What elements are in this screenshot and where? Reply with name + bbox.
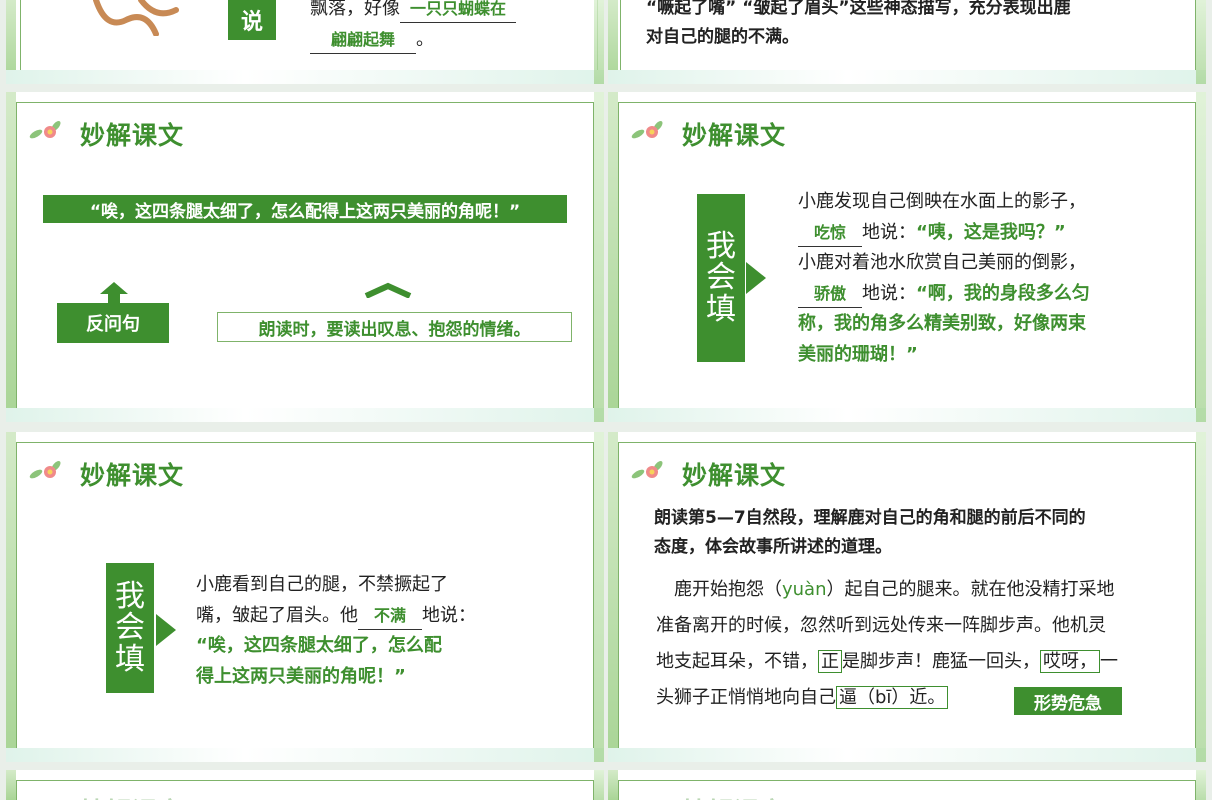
highlight-bijin: 逼（bī）近。: [836, 686, 949, 709]
p2-said: 地说：: [862, 282, 916, 304]
p3-end: 一: [1100, 651, 1118, 672]
slide-bot-right[interactable]: 妙解课文 朗读第5—7自然段，理解鹿对自己的角和腿的前后不同的 态度，体会故事所…: [608, 432, 1206, 762]
instruction-line-2: 态度，体会故事所讲述的道理。: [654, 536, 892, 557]
analysis-line-2: 对自己的腿的不满。: [646, 26, 799, 47]
wave-decoration: [6, 70, 604, 84]
wave-decoration: [6, 408, 604, 422]
sentence-end: 。: [416, 28, 434, 50]
analysis-text: “噘起了嘴” “皱起了眉头”这些神态描写，充分表现出鹿 对自己的腿的不满。: [646, 0, 1186, 52]
reading-tip-text: 朗读时，要读出叹息、抱怨的情绪。: [258, 319, 531, 340]
section-heading: 妙解课文: [682, 792, 786, 800]
fill-blank-proud: 骄傲: [798, 280, 862, 308]
exercise-text: 小鹿发现自己倒映在水面上的影子， 吃惊 地说：“咦，这是我吗？” 小鹿对着池水欣赏…: [798, 187, 1158, 371]
rhetorical-question-label: 反问句: [57, 303, 169, 343]
slide-top-left[interactable]: 说 飘落，好像 一只只蝴蝶在 翩翩起舞。: [6, 0, 604, 84]
p2-quote-3: 美丽的珊瑚！”: [798, 343, 918, 365]
line-1: 小鹿看到自己的腿，不禁撅起了: [196, 574, 448, 595]
instruction-line-1: 朗读第5—7自然段，理解鹿对自己的角和腿的前后不同的: [654, 508, 1086, 528]
fill-blank-dissatisfied: 不满: [358, 602, 422, 630]
p1-start: 鹿开始抱怨（: [674, 579, 782, 600]
pinyin-yuan: yuàn: [782, 579, 827, 600]
slide-bottom-row-left[interactable]: 妙解课文: [6, 770, 604, 800]
p1-text: 小鹿发现自己倒映在水面上的影子，: [798, 191, 1086, 212]
line-2: 嘴，皱起了眉头。他: [196, 604, 358, 626]
arrow-right-icon: [746, 262, 766, 294]
slide-mid-left[interactable]: 妙解课文 “唉，这四条腿太细了，怎么配得上这两只美丽的角呢！” 反问句 朗读时，…: [6, 92, 604, 422]
arrow-right-icon: [156, 614, 176, 646]
line-2-said: 地说：: [422, 604, 476, 626]
fill-in-char-1: 我: [115, 578, 145, 614]
wave-decoration: [608, 408, 1206, 422]
p2-text: 准备离开的时候，忽然听到远处传来一阵脚步声。他机灵: [656, 615, 1106, 636]
section-heading: 妙解课文: [682, 461, 787, 490]
p1-end: ）起自己的腿来。就在他没精打采地: [826, 579, 1115, 600]
wave-decoration: [6, 748, 604, 762]
fill-in-char-2: 会: [706, 260, 736, 296]
slide-mid-right[interactable]: 妙解课文 我 会 填 小鹿发现自己倒映在水面上的影子， 吃惊 地说：“咦，这是我吗…: [608, 92, 1206, 422]
p2-quote-2: 称，我的角多么精美别致，好像两束: [798, 313, 1086, 335]
deer-illustration: [86, 0, 186, 37]
section-heading: 妙解课文: [80, 461, 185, 490]
sentence-start: 飘落，好像: [310, 0, 400, 19]
section-heading: 妙解课文: [80, 121, 185, 150]
flower-icon: [26, 116, 66, 146]
reading-instruction: 朗读第5—7自然段，理解鹿对自己的角和腿的前后不同的 态度，体会故事所讲述的道理…: [654, 504, 1184, 562]
flower-icon: [628, 456, 668, 486]
fill-blank-2: 翩翩起舞: [310, 26, 416, 54]
quote-line-1: “唉，这四条腿太细了，怎么配: [196, 635, 442, 657]
p2-text: 小鹿对着池水欣赏自己美丽的倒影，: [798, 252, 1086, 274]
wave-decoration: [608, 70, 1206, 84]
fill-in-char-1: 我: [706, 228, 736, 264]
danger-badge: 形势危急: [1014, 687, 1122, 715]
reading-tip-box: 朗读时，要读出叹息、抱怨的情绪。: [217, 312, 572, 342]
p3-start: 地支起耳朵，不错，: [656, 651, 818, 672]
slide-bot-left[interactable]: 妙解课文 我 会 填 小鹿看到自己的腿，不禁撅起了 嘴，皱起了眉头。他 不满 地说：…: [6, 432, 604, 762]
highlight-zheng: 正: [818, 650, 842, 673]
p1-quote: “咦，这是我吗？”: [916, 221, 1066, 243]
p1-said: 地说：: [862, 221, 916, 243]
slide-bottom-row-right[interactable]: 妙解课文: [608, 770, 1206, 800]
fill-in-label: 我 会 填: [106, 563, 154, 693]
quote-line-2: 得上这两只美丽的角呢！”: [196, 665, 406, 687]
caret-up-icon: [364, 282, 412, 299]
p3-mid: 是脚步声！鹿猛一回头，: [842, 651, 1040, 672]
fill-in-char-2: 会: [115, 610, 145, 646]
fill-blank-1: 一只只蝴蝶在: [400, 0, 516, 24]
flower-icon: [628, 116, 668, 146]
fill-in-char-3: 填: [706, 291, 736, 327]
highlight-aiya: 哎呀，: [1040, 650, 1100, 673]
flower-icon: [26, 456, 66, 486]
sentence-text: 飘落，好像 一只只蝴蝶在 翩翩起舞。: [310, 0, 590, 55]
exercise-text: 小鹿看到自己的腿，不禁撅起了 嘴，皱起了眉头。他 不满 地说： “唉，这四条腿太细了…: [196, 570, 516, 692]
arrow-up-icon: [100, 282, 128, 304]
wave-decoration: [608, 748, 1206, 762]
p2-quote-1: “啊，我的身段多么匀: [916, 282, 1090, 304]
slide-top-right[interactable]: “噘起了嘴” “皱起了眉头”这些神态描写，充分表现出鹿 对自己的腿的不满。: [608, 0, 1206, 84]
analysis-line-1: “噘起了嘴” “皱起了眉头”这些神态描写，充分表现出鹿: [646, 0, 1071, 18]
speech-tag: 说: [228, 0, 276, 40]
fill-blank-surprised: 吃惊: [798, 219, 862, 247]
p4-start: 头狮子正悄悄地向自己: [656, 687, 836, 708]
section-heading: 妙解课文: [682, 121, 787, 150]
section-heading: 妙解课文: [80, 792, 184, 800]
fill-in-char-3: 填: [115, 641, 145, 677]
fill-in-label: 我 会 填: [697, 194, 745, 362]
quote-banner: “唉，这四条腿太细了，怎么配得上这两只美丽的角呢！”: [43, 195, 567, 223]
